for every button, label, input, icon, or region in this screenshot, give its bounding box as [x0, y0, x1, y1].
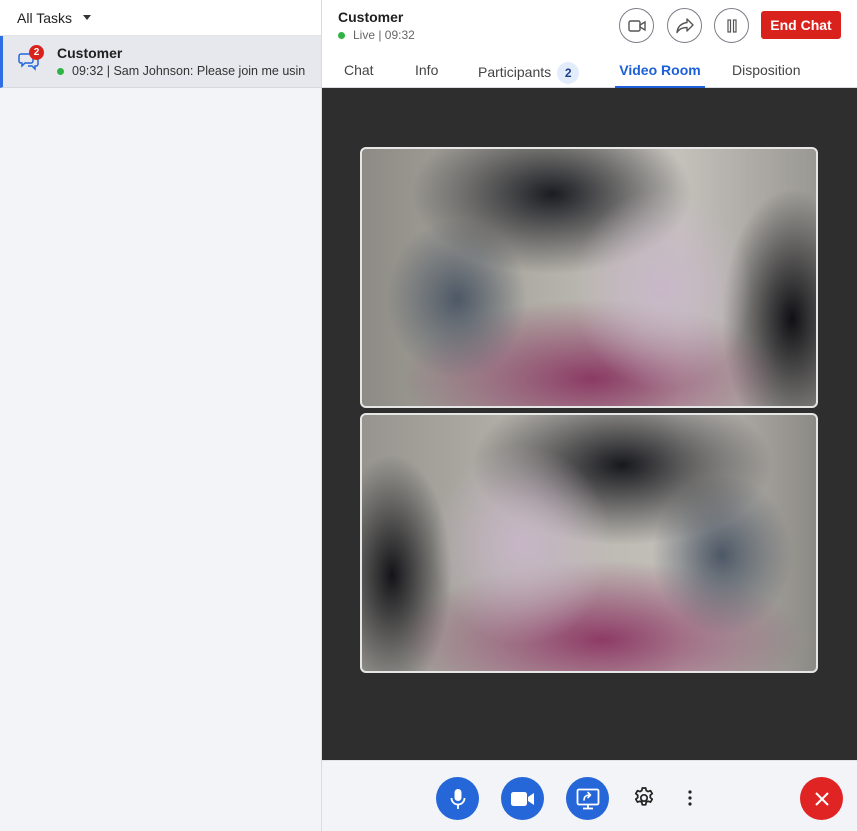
- tab-chat[interactable]: Chat: [344, 57, 374, 88]
- conversation-header: Customer Live | 09:32 End Chat Chat Info…: [322, 0, 857, 88]
- settings-button[interactable]: [629, 783, 659, 813]
- tab-disposition[interactable]: Disposition: [732, 57, 800, 88]
- video-camera-icon: [627, 19, 646, 32]
- task-preview: 09:32 | Sam Johnson: Please join me usin: [57, 64, 319, 78]
- microphone-button[interactable]: [436, 777, 479, 820]
- tab-video-room-label: Video Room: [619, 62, 701, 78]
- vertical-ellipsis-icon: [688, 790, 692, 806]
- pause-icon: [726, 18, 737, 33]
- conversation-status: Live | 09:32: [338, 28, 415, 42]
- video-room-stage: [322, 88, 857, 760]
- live-status-dot: [338, 31, 345, 39]
- end-chat-button[interactable]: End Chat: [761, 11, 841, 39]
- start-video-button[interactable]: [619, 8, 654, 43]
- gear-icon: [634, 787, 654, 806]
- live-status-dot: [57, 67, 64, 75]
- transfer-button[interactable]: [667, 8, 702, 43]
- tab-video-room[interactable]: Video Room: [615, 57, 705, 88]
- participant-video-tile: [360, 147, 818, 408]
- task-filter-dropdown[interactable]: All Tasks: [0, 0, 321, 36]
- tab-info[interactable]: Info: [415, 57, 438, 88]
- tab-disposition-label: Disposition: [732, 62, 801, 78]
- tab-participants[interactable]: Participants 2: [478, 57, 580, 88]
- participant-video-tile: [360, 413, 818, 673]
- conversation-title: Customer: [338, 9, 404, 25]
- video-controls-bar: [322, 760, 857, 831]
- microphone-icon: [450, 788, 465, 809]
- leave-video-button[interactable]: [800, 777, 843, 820]
- screen-share-button[interactable]: [566, 777, 609, 820]
- task-list-panel: All Tasks 2 Customer 09:32 | Sam Johnson…: [0, 0, 322, 831]
- close-icon: [814, 791, 829, 806]
- chevron-down-icon: [82, 15, 91, 20]
- conversation-panel: Customer Live | 09:32 End Chat Chat Info…: [322, 0, 857, 831]
- unread-badge: 2: [29, 45, 44, 60]
- tab-chat-label: Chat: [344, 62, 374, 78]
- task-preview-text: 09:32 | Sam Johnson: Please join me usin: [72, 64, 306, 78]
- hold-button[interactable]: [714, 8, 749, 43]
- share-forward-icon: [675, 17, 694, 33]
- camera-button[interactable]: [501, 777, 544, 820]
- conversation-status-text: Live | 09:32: [353, 28, 415, 42]
- participants-count-badge: 2: [557, 62, 580, 84]
- task-name: Customer: [57, 45, 123, 61]
- more-options-button[interactable]: [675, 783, 705, 813]
- screen-share-icon: [576, 788, 599, 809]
- video-camera-icon: [510, 791, 534, 806]
- conversation-tabs: Chat Info Participants 2 Video Room Disp…: [322, 57, 857, 88]
- task-item-customer[interactable]: 2 Customer 09:32 | Sam Johnson: Please j…: [0, 36, 321, 88]
- task-filter-label: All Tasks: [17, 9, 72, 26]
- tab-participants-label: Participants: [478, 64, 552, 80]
- tab-info-label: Info: [415, 62, 439, 78]
